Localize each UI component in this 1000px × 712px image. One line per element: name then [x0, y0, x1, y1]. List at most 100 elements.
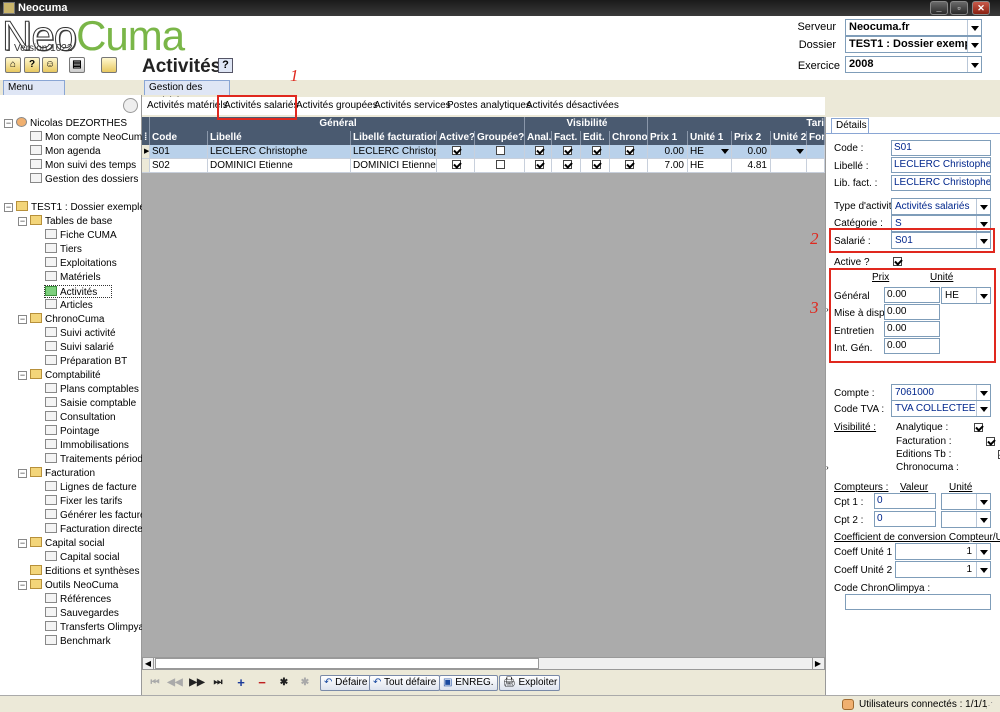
dossier-select[interactable]: TEST1 : Dossier exemple: [845, 36, 982, 53]
cell-fact[interactable]: [552, 159, 581, 173]
tree-item-capital-0[interactable]: Capital social: [45, 551, 119, 564]
star-record-icon[interactable]: ✱: [276, 676, 292, 690]
cell-anal[interactable]: [525, 159, 552, 173]
subtab-postes-analytiques[interactable]: Postes analytiques: [447, 99, 531, 112]
tree-item-chrono-1[interactable]: Suivi salarié: [45, 341, 114, 354]
tab-details[interactable]: Détails: [831, 118, 869, 133]
cell-libelle[interactable]: LECLERC Christophe: [208, 145, 351, 159]
horizontal-scrollbar[interactable]: ◀ ▶: [142, 657, 825, 670]
cell-prix1[interactable]: 0.00: [648, 145, 688, 159]
tree-outils-folder[interactable]: Outils NeoCuma: [30, 579, 118, 592]
tree-item-compta-1[interactable]: Saisie comptable: [45, 397, 136, 410]
code-field[interactable]: S01: [891, 140, 991, 156]
last-record-icon[interactable]: ⏭: [210, 676, 226, 690]
subtab-activites-materiels[interactable]: Activités matériels: [147, 99, 228, 112]
column-header-edit[interactable]: Edit.: [581, 131, 610, 145]
tree-item-outils-3[interactable]: Benchmark: [45, 635, 111, 648]
cell-edit[interactable]: [581, 145, 610, 159]
cell-code[interactable]: S01: [150, 145, 208, 159]
subtab-activites-services[interactable]: Activités services: [374, 99, 451, 112]
print-icon[interactable]: ▤: [69, 57, 85, 73]
cpt2-field[interactable]: 0: [874, 511, 936, 527]
subtab-activites-desactivees[interactable]: Activités désactivées: [526, 99, 619, 112]
tree-item-chrono-2[interactable]: Préparation BT: [45, 355, 127, 368]
cell-unite1[interactable]: HE: [688, 159, 732, 173]
tab-gestion-activites[interactable]: Gestion des activités: [144, 80, 230, 107]
cell-groupee[interactable]: [475, 159, 525, 173]
row-selector[interactable]: ▶: [142, 145, 150, 159]
splitter-arrow-icon[interactable]: ›: [826, 464, 831, 472]
tree-item-outils-2[interactable]: Transferts Olimpya: [45, 621, 144, 634]
active-checkbox[interactable]: [452, 146, 461, 155]
fact-checkbox[interactable]: [562, 160, 572, 169]
tree-item-compta-2[interactable]: Consultation: [45, 411, 116, 424]
tree-item-compta-0[interactable]: Plans comptables: [45, 383, 139, 396]
star-disabled-icon[interactable]: ✱: [297, 676, 313, 690]
tree-item-factu-3[interactable]: Facturation directe: [45, 523, 143, 536]
code-chronolimpya-field[interactable]: [845, 594, 991, 610]
tree-item-compta-5[interactable]: Traitements périodiq: [45, 453, 151, 466]
exercice-select[interactable]: 2008: [845, 56, 982, 73]
tree-collapse-icon[interactable]: −: [18, 581, 27, 590]
active-checkbox[interactable]: [893, 257, 902, 266]
tree-collapse-icon[interactable]: −: [18, 315, 27, 324]
column-header-prix1[interactable]: Prix 1: [648, 131, 688, 145]
edit-checkbox[interactable]: [591, 146, 601, 155]
cell-chrono[interactable]: [610, 145, 648, 159]
tree-item-user-1[interactable]: Mon agenda: [30, 145, 101, 158]
subtab-activites-groupees[interactable]: Activités groupées: [296, 99, 378, 112]
tree-item-factu-1[interactable]: Fixer les tarifs: [45, 495, 122, 508]
tree-collapse-icon[interactable]: −: [18, 469, 27, 478]
tree-dossier-node[interactable]: TEST1 : Dossier exemple: [16, 201, 145, 214]
tree-editions-folder[interactable]: Editions et synthèses: [30, 565, 140, 578]
page-help-button[interactable]: ?: [218, 58, 233, 73]
libelle-field[interactable]: LECLERC Christophe: [891, 157, 991, 173]
delete-record-icon[interactable]: −: [254, 676, 270, 690]
tree-item-tables-4[interactable]: Activités: [44, 285, 113, 298]
cell-edit[interactable]: [581, 159, 610, 173]
tree-item-chrono-0[interactable]: Suivi activité: [45, 327, 116, 340]
prev-record-icon[interactable]: ◀◀: [167, 676, 183, 690]
vis-facturation-checkbox[interactable]: [986, 437, 996, 446]
anal-checkbox[interactable]: [534, 146, 544, 155]
chrono-checkbox[interactable]: [625, 146, 634, 155]
tab-menu-principal[interactable]: Menu principal: [3, 80, 65, 107]
cell-groupee[interactable]: [475, 145, 525, 159]
code-tva-select[interactable]: TVA COLLECTEE 5.5 %: [891, 400, 991, 417]
edit-checkbox[interactable]: [591, 160, 601, 169]
column-header-fact[interactable]: Fact.: [552, 131, 581, 145]
tree-item-tables-5[interactable]: Articles: [45, 299, 93, 312]
cell-lib_fact[interactable]: DOMINICI Etienne: [351, 159, 437, 173]
fact-checkbox[interactable]: [562, 146, 572, 155]
refresh-icon[interactable]: [123, 98, 138, 113]
cell-prix1[interactable]: 7.00: [648, 159, 688, 173]
cell-chrono[interactable]: [610, 159, 648, 173]
cell-for[interactable]: [807, 145, 825, 159]
tree-capital-folder[interactable]: Capital social: [30, 537, 104, 550]
column-header-unite2[interactable]: Unité 2: [771, 131, 807, 145]
cell-anal[interactable]: [525, 145, 552, 159]
tree-item-user-0[interactable]: Mon compte NeoCuma: [30, 131, 148, 144]
anal-checkbox[interactable]: [534, 160, 544, 169]
column-header-code[interactable]: Code: [150, 131, 208, 145]
cell-libelle[interactable]: DOMINICI Etienne: [208, 159, 351, 173]
row-selector[interactable]: [142, 159, 150, 173]
tree-item-compta-4[interactable]: Immobilisations: [45, 439, 129, 452]
minimize-button[interactable]: _: [930, 1, 948, 15]
cell-lib_fact[interactable]: LECLERC Christophe: [351, 145, 437, 159]
type-activite-select[interactable]: Activités salariés: [891, 198, 991, 215]
cell-active[interactable]: [437, 159, 475, 173]
tree-item-user-2[interactable]: Mon suivi des temps: [30, 159, 136, 172]
tree-item-user-3[interactable]: Gestion des dossiers: [30, 173, 138, 186]
cell-for[interactable]: [807, 159, 825, 173]
cpt1-field[interactable]: 0: [874, 493, 936, 509]
cell-unite1[interactable]: HE: [688, 145, 732, 159]
cell-unite2[interactable]: [771, 159, 807, 173]
coef2-field[interactable]: 1: [895, 561, 991, 578]
tree-collapse-icon[interactable]: −: [18, 539, 27, 548]
chevron-down-icon[interactable]: [721, 149, 729, 154]
groupee-checkbox[interactable]: [496, 146, 505, 155]
tree-compta-folder[interactable]: Comptabilité: [30, 369, 101, 382]
tree-chrono-folder[interactable]: ChronoCuma: [30, 313, 104, 326]
help-icon[interactable]: ?: [24, 57, 40, 73]
